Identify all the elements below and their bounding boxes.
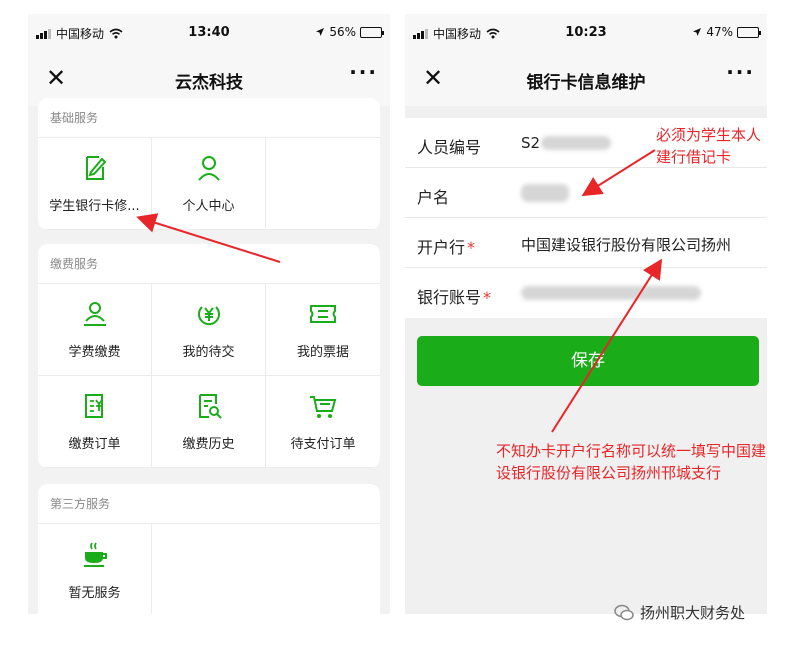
close-icon[interactable]: ✕ <box>42 64 70 92</box>
status-bar: 中国移动 13:40 56% <box>28 14 390 50</box>
service-none[interactable]: 暂无服务 <box>38 524 152 614</box>
ticket-icon <box>310 305 336 323</box>
battery-percent: 47% <box>706 25 733 39</box>
yen-circle-icon <box>197 306 220 326</box>
battery-icon <box>360 26 384 38</box>
service-my-receipts[interactable]: 我的票据 <box>266 284 380 376</box>
service-label: 学费缴费 <box>68 345 121 360</box>
page-title: 银行卡信息维护 <box>526 73 646 93</box>
tuition-icon <box>83 302 106 326</box>
battery-percent: 56% <box>329 25 356 39</box>
watermark: 扬州职大财务处 <box>614 602 745 623</box>
redacted-mask <box>541 136 611 150</box>
more-icon[interactable]: ··· <box>349 60 378 84</box>
service-payment-history[interactable]: 缴费历史 <box>152 376 266 468</box>
bank-account-row[interactable]: 银行账号 * <box>405 268 767 318</box>
annotation-bank-name: 不知办卡开户行名称可以统一填写中国建设银行股份有限公司扬州邗城支行 <box>496 442 767 482</box>
location-icon <box>316 28 325 36</box>
required-mark: * <box>467 238 476 257</box>
service-my-pending[interactable]: 我的待交 <box>152 284 266 376</box>
redacted-mask <box>521 184 569 202</box>
more-icon[interactable]: ··· <box>726 60 755 84</box>
status-bar: 中国移动 10:23 47% <box>405 14 767 50</box>
service-tuition-payment[interactable]: 学费缴费 <box>38 284 152 376</box>
service-personal-center[interactable]: 个人中心 <box>152 138 266 230</box>
service-payment-orders[interactable]: 缴费订单 <box>38 376 152 468</box>
save-button[interactable]: 保存 <box>417 336 759 386</box>
yen-document-icon <box>84 394 103 418</box>
close-icon[interactable]: ✕ <box>419 64 447 92</box>
watermark-text: 扬州职大财务处 <box>640 604 746 622</box>
basic-services-card: 基础服务 学生银行卡修... 个人中心 <box>38 98 380 230</box>
right-phone-screen: 中国移动 10:23 47% ✕ 银行卡信息维护 ··· 人员编号 S2 户名 … <box>405 14 767 614</box>
location-icon <box>693 28 702 36</box>
nav-bar: ✕ 银行卡信息维护 ··· <box>405 50 767 106</box>
bank-name-input[interactable]: 中国建设银行股份有限公司扬州 <box>521 234 731 255</box>
annotation-student-card: 必须为学生本人建行借记卡 <box>656 126 762 166</box>
user-icon <box>197 156 220 181</box>
service-student-bank-card[interactable]: 学生银行卡修... <box>38 138 152 230</box>
section-title: 第三方服务 <box>38 484 380 524</box>
service-label: 我的票据 <box>296 345 349 360</box>
wechat-icon <box>614 604 634 620</box>
service-label: 待支付订单 <box>290 437 356 452</box>
battery-icon <box>737 26 761 38</box>
section-title: 缴费服务 <box>38 244 380 284</box>
edit-document-icon <box>85 156 106 180</box>
cart-icon <box>310 396 337 418</box>
third-party-services-card: 第三方服务 暂无服务 <box>38 484 380 614</box>
account-name-row[interactable]: 户名 <box>405 168 767 218</box>
bank-account-label: 银行账号 * <box>417 288 492 307</box>
section-title: 基础服务 <box>38 98 380 138</box>
page-title: 云杰科技 <box>175 73 243 93</box>
service-label: 学生银行卡修... <box>49 199 140 214</box>
service-label: 暂无服务 <box>68 585 121 601</box>
service-label: 我的待交 <box>182 345 235 360</box>
bank-name-row[interactable]: 开户行 * 中国建设银行股份有限公司扬州 <box>405 218 767 268</box>
service-label: 缴费订单 <box>68 437 121 452</box>
redacted-mask <box>521 286 701 300</box>
empty-cell <box>266 138 380 230</box>
service-unpaid-orders[interactable]: 待支付订单 <box>266 376 380 468</box>
person-id-value: S2 <box>521 134 541 152</box>
bank-name-label: 开户行 * <box>417 238 476 257</box>
service-label: 缴费历史 <box>182 437 235 452</box>
left-phone-screen: 中国移动 13:40 56% ✕ 云杰科技 ··· 基础服务 学生银行卡修...… <box>28 14 390 614</box>
account-name-label: 户名 <box>417 188 450 207</box>
payment-services-card: 缴费服务 学费缴费 我的待交 我的票据 缴费订单 缴费历史 待支付订单 <box>38 244 380 468</box>
search-document-icon <box>198 394 222 419</box>
coffee-icon <box>83 542 107 567</box>
service-label: 个人中心 <box>182 199 235 214</box>
required-mark: * <box>483 288 492 307</box>
person-id-label: 人员编号 <box>417 138 482 157</box>
